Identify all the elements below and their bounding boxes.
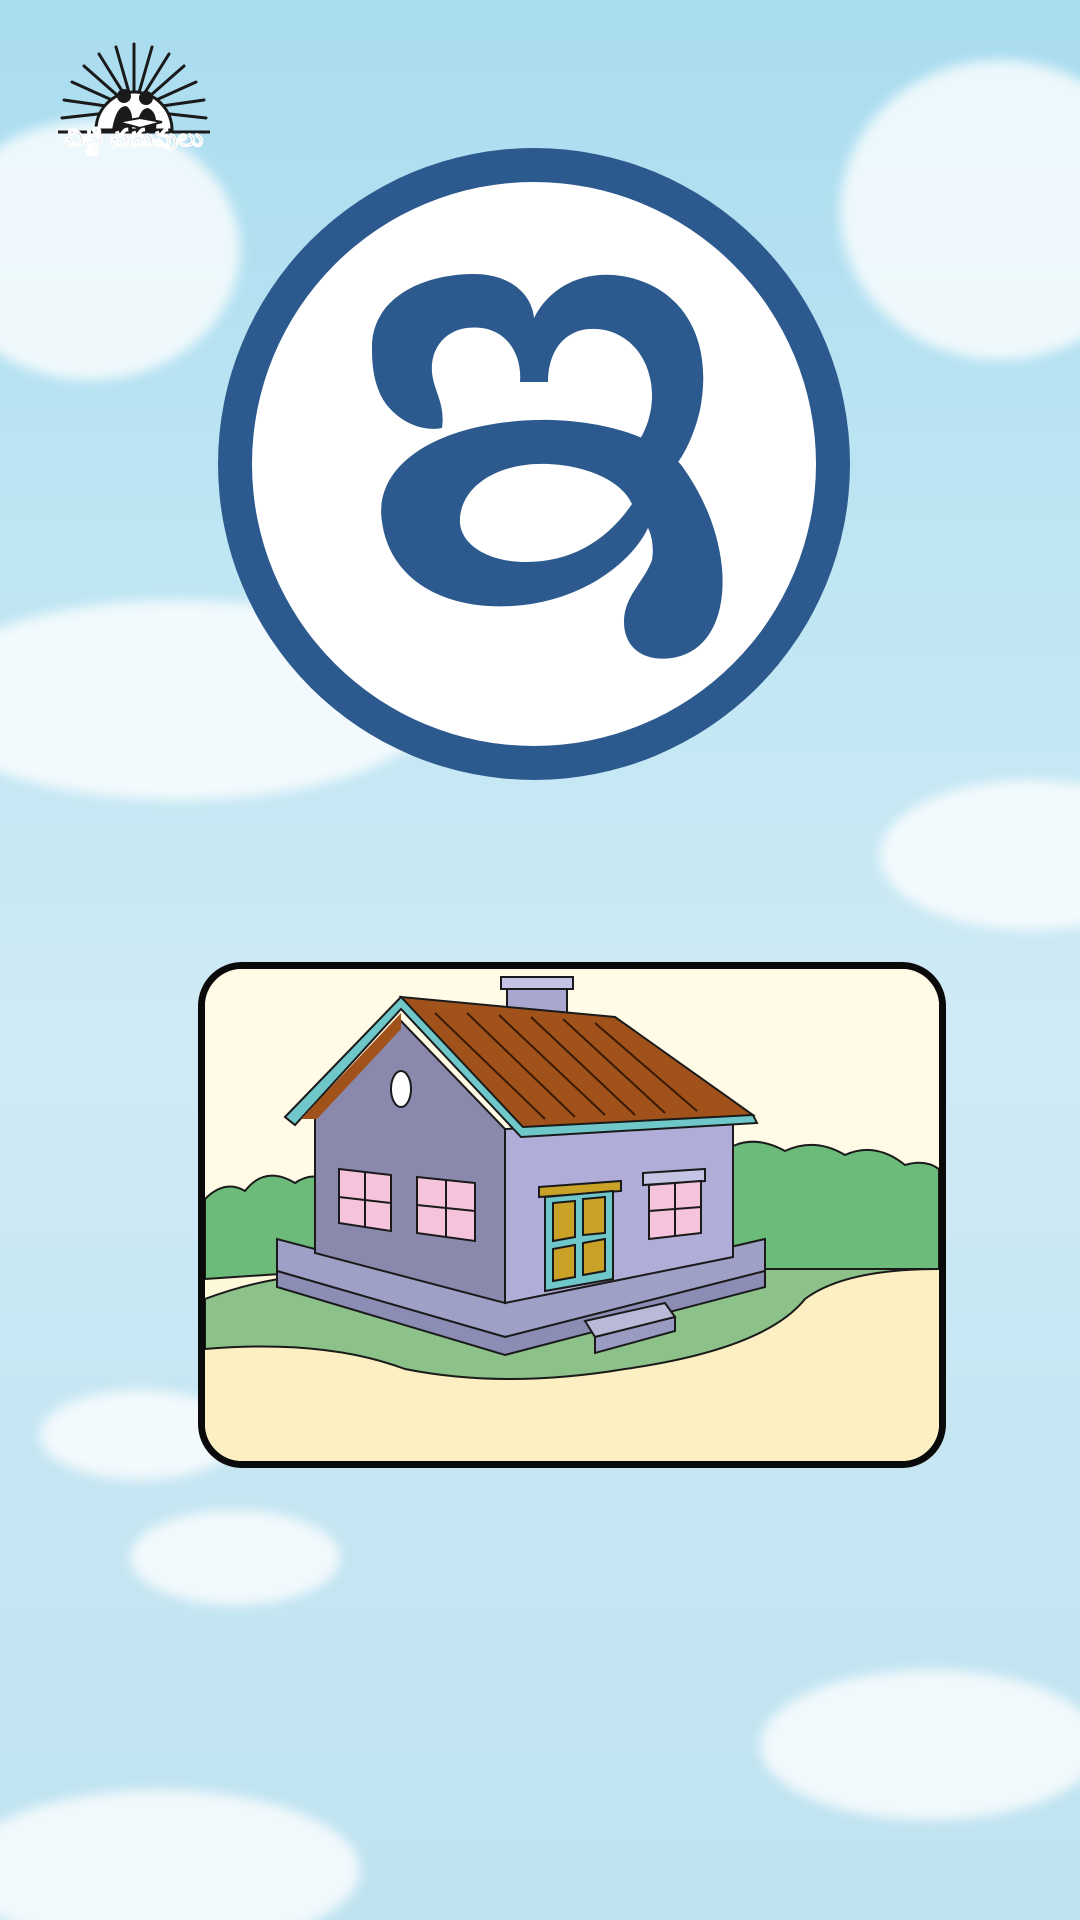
logo-text: చిట్టి చదువులు xyxy=(64,124,204,153)
cloud xyxy=(880,780,1080,930)
cloud xyxy=(840,60,1080,360)
house-illustration-icon xyxy=(205,969,939,1461)
letter-badge[interactable]: ఇ xyxy=(218,148,850,780)
letter-disc: ఇ xyxy=(252,182,816,746)
letter-glyph-text: ఇ xyxy=(534,481,535,483)
telugu-letter-i-glyph-icon: ఇ xyxy=(371,274,723,659)
picture-card[interactable] xyxy=(198,962,946,1468)
cloud xyxy=(760,1670,1080,1820)
app-logo: చిట్టి చదువులు xyxy=(44,38,224,168)
cloud xyxy=(130,1510,340,1605)
cloud xyxy=(0,1790,360,1920)
